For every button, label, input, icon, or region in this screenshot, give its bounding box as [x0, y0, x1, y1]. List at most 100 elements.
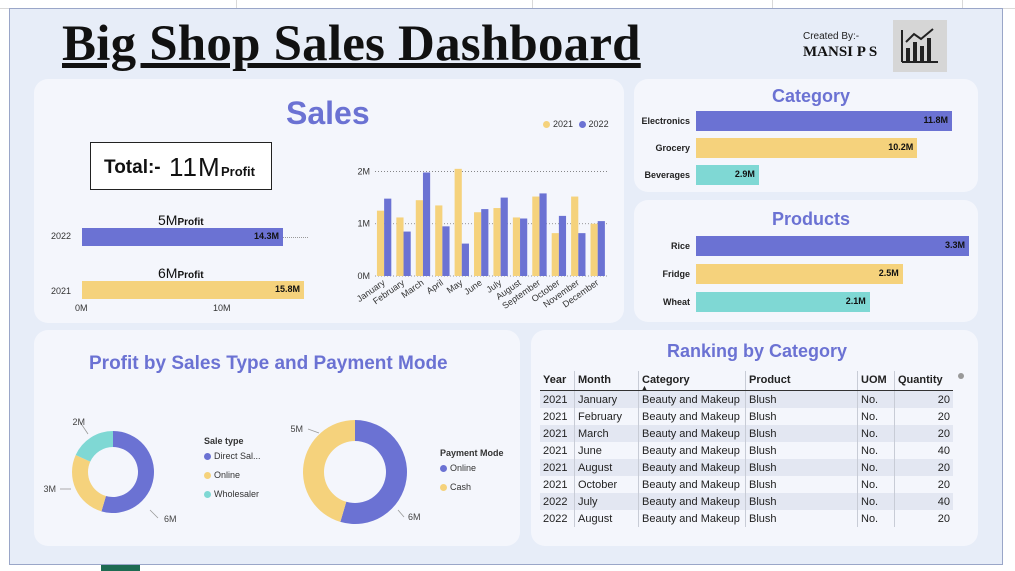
x-tick-label: June — [462, 277, 484, 296]
table-row[interactable]: 2021 March Beauty and Makeup Blush No. 20 — [540, 425, 953, 442]
sheet-tab[interactable] — [101, 565, 140, 571]
bar-2022-september[interactable] — [539, 193, 547, 276]
bar-2021-may[interactable] — [454, 168, 462, 276]
bar-2022-october[interactable] — [558, 215, 567, 276]
year-label-2021: 2021 — [51, 286, 72, 296]
category-label-0: Electronics — [641, 116, 690, 126]
bar-2022-april[interactable] — [442, 226, 450, 276]
cell-category: Beauty and Makeup — [638, 442, 746, 459]
cell-year: 2021 — [540, 390, 575, 408]
scrollbar-thumb[interactable] — [958, 373, 964, 379]
products-bar-2[interactable]: 2.1M — [696, 292, 870, 312]
axis-tick-0m: 0M — [75, 303, 88, 313]
sale_type-slice-2[interactable] — [75, 431, 113, 462]
table-row[interactable]: 2021 October Beauty and Makeup Blush No. 20 — [540, 476, 953, 493]
cell-year: 2021 — [540, 459, 575, 476]
cell-uom: No. — [857, 510, 895, 527]
bar-2021-march[interactable] — [415, 200, 423, 276]
legend-dot — [440, 465, 447, 473]
table-row[interactable]: 2021 February Beauty and Makeup Blush No. 20 — [540, 408, 953, 425]
total-prefix: Total:- — [104, 157, 161, 178]
total-value: 11M — [169, 152, 221, 182]
category-title: Category — [772, 86, 851, 106]
bar-2022-may[interactable] — [461, 243, 469, 276]
cell-month: August — [574, 510, 639, 527]
bar-2022-march[interactable] — [422, 172, 431, 277]
table-row[interactable]: 2022 August Beauty and Makeup Blush No. 20 — [540, 510, 953, 527]
ranking-table: Year Month Category ▲ Product UOM Quantit… — [540, 371, 953, 527]
cell-uom: No. — [857, 390, 895, 408]
legend-item-online-payment: Online — [440, 463, 504, 473]
cell-year: 2021 — [540, 442, 575, 459]
legend-dot-2021 — [543, 121, 550, 129]
year-label-2022: 2022 — [51, 231, 72, 241]
cell-category: Beauty and Makeup — [638, 476, 746, 493]
products-value-label-2: 2.1M — [845, 296, 866, 306]
cell-uom: No. — [857, 425, 895, 442]
category-value-label-1: 10.2M — [888, 142, 914, 152]
products-bar-0[interactable]: 3.3M — [696, 236, 969, 256]
bar-2022-july[interactable] — [500, 197, 508, 276]
cell-category: Beauty and Makeup — [638, 408, 746, 425]
bar-2022-december[interactable] — [597, 221, 605, 276]
cell-product: Blush — [745, 408, 858, 425]
sales-title: Sales — [286, 95, 370, 131]
column-header-product[interactable]: Product — [745, 371, 858, 391]
cell-quantity: 20 — [894, 459, 953, 476]
cell-month: July — [574, 493, 639, 510]
bar-2021-june[interactable] — [474, 212, 482, 276]
cell-category: Beauty and Makeup — [638, 390, 746, 408]
legend-dot-2022 — [578, 121, 586, 129]
bar-2021-november[interactable] — [571, 196, 579, 276]
table-row[interactable]: 2021 January Beauty and Makeup Blush No. 20 — [540, 390, 953, 408]
bar-2022-january[interactable] — [384, 198, 392, 276]
cell-uom: No. — [857, 493, 895, 510]
cell-quantity: 20 — [894, 510, 953, 527]
column-header-quantity[interactable]: Quantity — [894, 371, 953, 391]
column-header-month[interactable]: Month — [574, 371, 639, 391]
cell-uom: No. — [857, 476, 895, 493]
category-bar-1[interactable]: 10.2M — [696, 138, 918, 158]
page-title: Big Shop Sales Dashboard — [62, 16, 641, 72]
bar-2022-february[interactable] — [403, 231, 411, 276]
table-row[interactable]: 2021 August Beauty and Makeup Blush No. 20 — [540, 459, 953, 476]
cell-uom: No. — [857, 442, 895, 459]
ranking-title: Ranking by Category — [667, 341, 848, 361]
table-row[interactable]: 2021 June Beauty and Makeup Blush No. 40 — [540, 442, 953, 459]
bar-2022-november[interactable] — [578, 233, 586, 276]
chart-legend: 2021 2022 — [543, 119, 609, 129]
profit-2022-value: 5MProfit — [158, 212, 204, 228]
cell-category: Beauty and Makeup — [638, 459, 746, 476]
legend-dot — [204, 453, 211, 461]
sale_type-slice-1[interactable] — [71, 454, 106, 512]
slice-leader-line — [397, 509, 405, 518]
slice-leader-line — [307, 428, 320, 434]
column-header-category[interactable]: Category ▲ — [638, 371, 746, 392]
products-title: Products — [772, 209, 851, 229]
products-bar-1[interactable]: 2.5M — [696, 264, 903, 284]
legend-item-online: Online — [204, 470, 261, 480]
slice-value-label: 5M — [290, 424, 303, 434]
bar-2021-august[interactable] — [512, 217, 521, 276]
bar-2022-august[interactable] — [520, 218, 528, 277]
cell-quantity: 20 — [894, 425, 953, 442]
category-bar-0[interactable]: 11.8M — [696, 111, 952, 131]
category-bar-2[interactable]: 2.9M — [696, 165, 759, 185]
slice-value-label: 2M — [72, 417, 85, 427]
payment-mode-legend-title: Payment Mode — [440, 448, 504, 458]
bar-2021-december[interactable] — [590, 223, 598, 276]
table-row[interactable]: 2022 July Beauty and Makeup Blush No. 40 — [540, 493, 953, 510]
category-value-label-2: 2.9M — [734, 169, 755, 179]
column-header-year[interactable]: Year — [540, 371, 575, 391]
bar-2021-september[interactable] — [532, 196, 540, 276]
slice-leader-line — [149, 509, 159, 519]
bar-2022-june[interactable] — [481, 209, 489, 276]
column-header-uom[interactable]: UOM — [857, 371, 895, 391]
bar-2021-july[interactable] — [493, 208, 501, 276]
bar-2021-april[interactable] — [435, 205, 443, 276]
bar-2021-october[interactable] — [551, 233, 559, 276]
payment-mode-donut: 6M 5M — [290, 420, 421, 524]
bar-2021-january[interactable] — [376, 210, 385, 276]
bar-2021-february[interactable] — [396, 217, 404, 276]
products-value-label-1: 2.5M — [878, 268, 899, 278]
